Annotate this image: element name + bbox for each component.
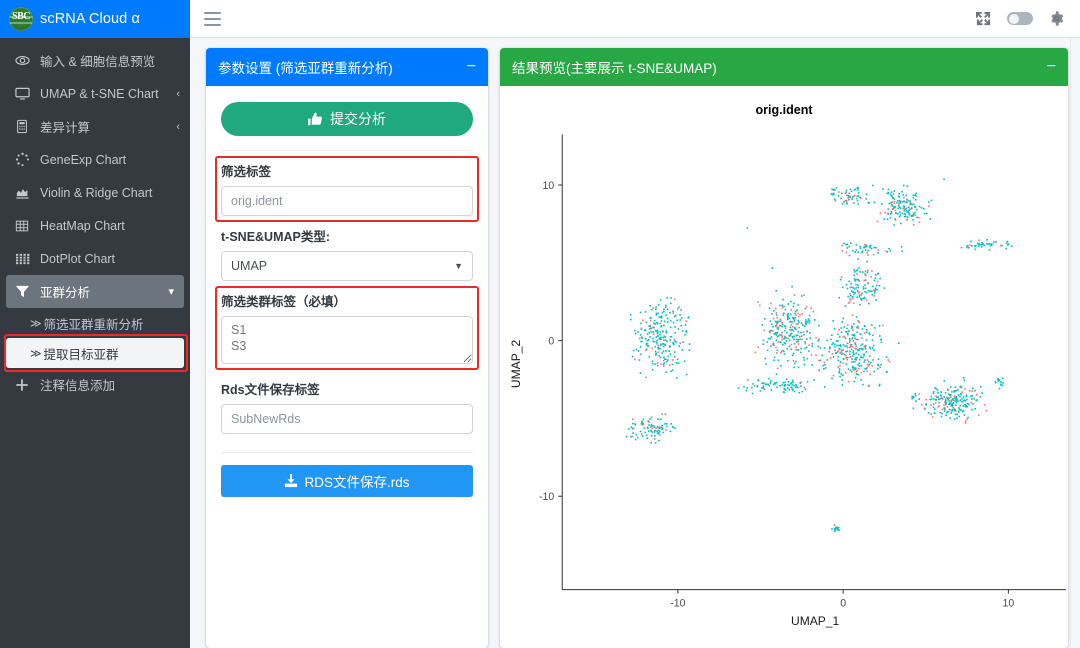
submit-analysis-button[interactable]: 提交分析 bbox=[221, 102, 473, 136]
results-panel-header: 结果预览(主要展示 t-SNE&UMAP) − bbox=[500, 48, 1068, 86]
sidebar-item-label: 差异计算 bbox=[40, 121, 91, 135]
parameter-settings-panel: 参数设置 (筛选亚群重新分析) − 提交分析 筛选标签 t-SNE&UMAP类型… bbox=[206, 48, 488, 648]
x-tick-label: 10 bbox=[1003, 598, 1015, 610]
umap-scatter-plot[interactable]: orig.ident -10 0 10 -10 0 10 UMAP_1 UMAP_2 bbox=[500, 86, 1068, 648]
sidebar-item-2[interactable]: UMAP & t-SNE Chart ‹ bbox=[0, 77, 190, 110]
params-collapse-button[interactable]: − bbox=[467, 59, 476, 75]
rds-label-title: Rds文件保存标签 bbox=[221, 383, 320, 397]
sidebar-item-label: DotPlot Chart bbox=[40, 251, 116, 266]
y-tick-label: -10 bbox=[539, 491, 554, 503]
x-tick-label: 0 bbox=[840, 598, 846, 610]
spinner-dots-icon bbox=[12, 152, 32, 168]
sidebar-subitem-2[interactable]: ≫ 提取目标亚群 bbox=[6, 338, 184, 368]
rds-label-input[interactable] bbox=[221, 404, 473, 434]
save-rds-button[interactable]: RDS文件保存.rds bbox=[221, 465, 473, 497]
sidebar-item-label: 亚群分析 bbox=[40, 286, 91, 300]
double-chevron-icon: ≫ bbox=[30, 317, 42, 330]
sidebar-item-label: 输入 & 细胞信息预览 bbox=[40, 55, 156, 69]
sidebar-item-label: HeatMap Chart bbox=[40, 218, 125, 233]
right-scroll-strip[interactable] bbox=[1070, 38, 1080, 648]
results-collapse-button[interactable]: − bbox=[1047, 59, 1056, 75]
chevron-left-icon[interactable]: ‹ bbox=[176, 88, 180, 100]
sidebar-item-7[interactable]: DotPlot Chart bbox=[0, 242, 190, 275]
sidebar-item-label: Violin & Ridge Chart bbox=[40, 185, 153, 200]
x-axis-label: UMAP_1 bbox=[791, 614, 839, 628]
sidebar-subitem-label: 筛选亚群重新分析 bbox=[43, 317, 144, 332]
save-rds-label: RDS文件保存.rds bbox=[304, 475, 410, 490]
brand-header[interactable]: SBC scRNA Cloud α bbox=[0, 0, 190, 38]
y-tick-label: 0 bbox=[548, 336, 554, 348]
sidebar-subitem-1[interactable]: ≫ 筛选亚群重新分析 bbox=[6, 308, 184, 338]
params-panel-body: 提交分析 筛选标签 t-SNE&UMAP类型: UMAP ▼ 筛选类群标签（必填… bbox=[206, 86, 488, 507]
sidebar-item-6[interactable]: HeatMap Chart bbox=[0, 209, 190, 242]
results-preview-panel: 结果预览(主要展示 t-SNE&UMAP) − orig.ident -10 0 10… bbox=[500, 48, 1068, 648]
double-chevron-icon: ≫ bbox=[30, 347, 42, 360]
chart-type-value: UMAP bbox=[231, 259, 268, 273]
cluster-label-textarea[interactable] bbox=[221, 316, 473, 364]
sidebar-nav: 输入 & 细胞信息预览 UMAP & t-SNE Chart ‹ 差异计算 ‹ GeneE… bbox=[0, 38, 190, 401]
calculator-icon bbox=[12, 119, 32, 135]
sidebar-item-1[interactable]: 输入 & 细胞信息预览 bbox=[0, 44, 190, 77]
chevron-left-icon[interactable]: ‹ bbox=[176, 121, 180, 133]
funnel-filter-icon bbox=[12, 284, 32, 300]
chart-title: orig.ident bbox=[755, 103, 813, 117]
sidebar-item-3[interactable]: 差异计算 ‹ bbox=[0, 110, 190, 143]
chevron-down-icon[interactable]: ▾ bbox=[168, 285, 174, 298]
submit-analysis-label: 提交分析 bbox=[330, 111, 386, 127]
gear-icon[interactable] bbox=[1049, 11, 1064, 26]
filter-label-title: 筛选标签 bbox=[221, 165, 272, 179]
download-icon bbox=[284, 474, 298, 488]
x-tick-label: -10 bbox=[670, 598, 685, 610]
params-panel-title: 参数设置 (筛选亚群重新分析) bbox=[218, 61, 393, 76]
sidebar-item-4[interactable]: GeneExp Chart bbox=[0, 143, 190, 176]
thumbs-up-icon bbox=[308, 112, 323, 127]
dark-mode-toggle[interactable] bbox=[1007, 12, 1033, 25]
sidebar-item-9[interactable]: 注释信息添加 bbox=[0, 368, 190, 401]
cluster-label-title: 筛选类群标签（必填） bbox=[221, 295, 347, 309]
umap-scatter-svg: orig.ident -10 0 10 -10 0 10 UMAP_1 UMAP_2 bbox=[509, 103, 1066, 628]
area-chart-icon bbox=[12, 185, 32, 201]
chevron-down-icon: ▼ bbox=[454, 261, 463, 271]
y-tick-label: 10 bbox=[542, 180, 554, 192]
grid-table-icon bbox=[12, 218, 32, 234]
eye-icon bbox=[12, 53, 32, 69]
hamburger-icon[interactable] bbox=[204, 11, 221, 26]
dot-matrix-icon bbox=[12, 251, 32, 267]
params-panel-header: 参数设置 (筛选亚群重新分析) − bbox=[206, 48, 488, 86]
chart-type-select[interactable]: UMAP ▼ bbox=[221, 251, 473, 281]
y-axis-label: UMAP_2 bbox=[509, 340, 523, 389]
sidebar-item-label: UMAP & t-SNE Chart bbox=[40, 86, 159, 101]
sidebar-item-label: GeneExp Chart bbox=[40, 152, 127, 167]
chart-type-title: t-SNE&UMAP类型: bbox=[221, 230, 331, 244]
results-panel-title: 结果预览(主要展示 t-SNE&UMAP) bbox=[512, 61, 717, 76]
plus-icon bbox=[12, 377, 32, 393]
logo-text: SBC bbox=[12, 11, 30, 22]
filter-label-input[interactable] bbox=[221, 186, 473, 216]
divider-top bbox=[221, 150, 473, 151]
main-content: 参数设置 (筛选亚群重新分析) − 提交分析 筛选标签 t-SNE&UMAP类型… bbox=[190, 38, 1080, 648]
globe-logo-icon: SBC bbox=[9, 7, 33, 31]
divider-bottom bbox=[221, 452, 473, 453]
fullscreen-expand-icon[interactable] bbox=[976, 11, 991, 26]
topbar-actions bbox=[976, 11, 1064, 26]
scatter-points-group bbox=[625, 178, 1013, 533]
sidebar: SBC scRNA Cloud α 输入 & 细胞信息预览 UMAP & t-SN… bbox=[0, 0, 190, 648]
app-title: scRNA Cloud α bbox=[40, 11, 140, 27]
top-bar bbox=[190, 0, 1080, 38]
sidebar-item-label: 注释信息添加 bbox=[40, 379, 116, 393]
sidebar-subitem-label: 提取目标亚群 bbox=[43, 347, 119, 362]
sidebar-item-8[interactable]: 亚群分析 ▾ bbox=[6, 275, 184, 308]
monitor-icon bbox=[12, 86, 32, 102]
sidebar-item-5[interactable]: Violin & Ridge Chart bbox=[0, 176, 190, 209]
